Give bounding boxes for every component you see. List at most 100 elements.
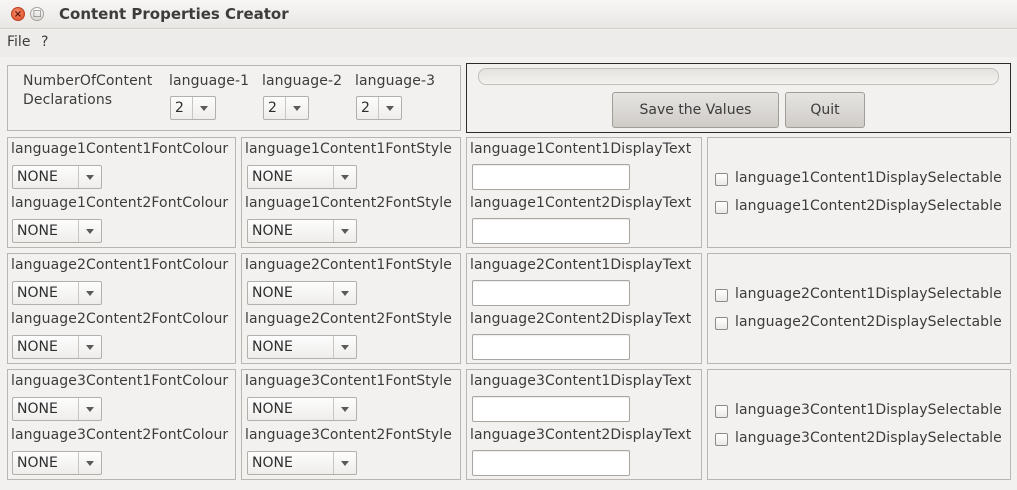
language1-content2-font-colour-label: language1Content2FontColour xyxy=(11,195,229,211)
number-of-content-label-line2: Declarations xyxy=(23,92,113,108)
language1-content1-display-text-label: language1Content1DisplayText xyxy=(470,141,692,157)
language1-content1-font-style-label: language1Content1FontStyle xyxy=(245,141,452,157)
select-value: NONE xyxy=(17,169,58,185)
chevron-down-icon xyxy=(293,106,301,111)
language-1-count-value: 2 xyxy=(175,100,184,116)
chevron-down-icon xyxy=(86,229,94,234)
chevron-down-icon xyxy=(341,407,349,412)
select-value: NONE xyxy=(17,455,58,471)
language2-font-colour-panel: language2Content1FontColour NONE language2… xyxy=(7,253,236,364)
language2-content2-selectable-checkbox[interactable] xyxy=(715,317,728,330)
language1-content2-font-style-label: language1Content2FontStyle xyxy=(245,195,452,211)
language1-font-colour-panel: language1Content1FontColour NONE language1… xyxy=(7,137,236,248)
language-3-count-value: 2 xyxy=(361,100,370,116)
language2-content1-font-colour-label: language2Content1FontColour xyxy=(11,257,229,273)
language3-font-colour-panel: language3Content1FontColour NONE language3… xyxy=(7,369,236,480)
language3-content1-font-colour-label: language3Content1FontColour xyxy=(11,373,229,389)
language1-selectable-panel: language1Content1DisplaySelectable langua… xyxy=(707,137,1011,248)
language1-content1-selectable-checkbox[interactable] xyxy=(715,173,728,186)
language-3-label: language-3 xyxy=(355,73,436,89)
chevron-down-icon xyxy=(86,407,94,412)
language1-display-text-panel: language1Content1DisplayText language1Con… xyxy=(466,137,702,248)
language2-content1-font-colour-select[interactable]: NONE xyxy=(12,281,102,305)
chevron-down-icon xyxy=(386,106,394,111)
language3-content1-font-colour-select[interactable]: NONE xyxy=(12,397,102,421)
chevron-down-icon xyxy=(341,229,349,234)
chevron-down-icon xyxy=(341,345,349,350)
language1-content2-selectable-checkbox[interactable] xyxy=(715,201,728,214)
language2-content1-selectable-checkbox[interactable] xyxy=(715,289,728,302)
language3-content1-display-text-label: language3Content1DisplayText xyxy=(470,373,692,389)
language2-content2-font-style-label: language2Content2FontStyle xyxy=(245,311,452,327)
select-value: NONE xyxy=(252,339,293,355)
select-value: NONE xyxy=(252,169,293,185)
language1-content1-font-colour-label: language1Content1FontColour xyxy=(11,141,229,157)
chevron-down-icon xyxy=(200,106,208,111)
language-2-count-value: 2 xyxy=(268,100,277,116)
language3-selectable-panel: language3Content1DisplaySelectable langua… xyxy=(707,369,1011,480)
language3-content1-display-text-input[interactable] xyxy=(472,396,630,422)
select-value: NONE xyxy=(17,401,58,417)
close-window-icon[interactable]: × xyxy=(11,7,25,21)
language3-content1-font-style-label: language3Content1FontStyle xyxy=(245,373,452,389)
language1-content1-display-text-input[interactable] xyxy=(472,164,630,190)
language2-content2-display-text-input[interactable] xyxy=(472,334,630,360)
language2-selectable-panel: language2Content1DisplaySelectable langua… xyxy=(707,253,1011,364)
number-of-content-label-line1: NumberOfContent xyxy=(23,73,153,89)
title-bar: × □ Content Properties Creator xyxy=(0,0,1017,29)
language3-content2-display-text-label: language3Content2DisplayText xyxy=(470,427,692,443)
language1-content2-font-style-select[interactable]: NONE xyxy=(247,219,357,243)
language1-content1-selectable-label[interactable]: language1Content1DisplaySelectable xyxy=(735,170,1002,186)
language2-content1-font-style-select[interactable]: NONE xyxy=(247,281,357,305)
language1-content2-font-colour-select[interactable]: NONE xyxy=(12,219,102,243)
language2-content2-font-style-select[interactable]: NONE xyxy=(247,335,357,359)
language1-content2-display-text-label: language1Content2DisplayText xyxy=(470,195,692,211)
language3-content2-font-style-label: language3Content2FontStyle xyxy=(245,427,452,443)
language-1-label: language-1 xyxy=(169,73,250,89)
select-value: NONE xyxy=(252,223,293,239)
select-value: NONE xyxy=(17,339,58,355)
language1-content2-display-text-input[interactable] xyxy=(472,218,630,244)
language1-content2-selectable-label[interactable]: language1Content2DisplaySelectable xyxy=(735,198,1002,214)
language3-content1-selectable-checkbox[interactable] xyxy=(715,405,728,418)
maximize-window-icon[interactable]: □ xyxy=(30,7,44,21)
select-value: NONE xyxy=(17,285,58,301)
language-1-count-select[interactable]: 2 xyxy=(170,96,216,120)
language-2-count-select[interactable]: 2 xyxy=(263,96,309,120)
save-values-button[interactable]: Save the Values xyxy=(612,92,779,128)
language2-content2-display-text-label: language2Content2DisplayText xyxy=(470,311,692,327)
language3-content2-selectable-label[interactable]: language3Content2DisplaySelectable xyxy=(735,430,1002,446)
language2-content2-font-colour-label: language2Content2FontColour xyxy=(11,311,229,327)
progress-bar xyxy=(478,68,999,85)
language2-content2-font-colour-select[interactable]: NONE xyxy=(12,335,102,359)
menu-bar: File ? xyxy=(0,30,1017,57)
menu-help[interactable]: ? xyxy=(41,34,48,50)
language3-content2-font-style-select[interactable]: NONE xyxy=(247,451,357,475)
language3-content2-font-colour-label: language3Content2FontColour xyxy=(11,427,229,443)
language-3-count-select[interactable]: 2 xyxy=(356,96,402,120)
chevron-down-icon xyxy=(341,461,349,466)
language1-content1-font-colour-select[interactable]: NONE xyxy=(12,165,102,189)
language2-content1-selectable-label[interactable]: language2Content1DisplaySelectable xyxy=(735,286,1002,302)
language2-content1-font-style-label: language2Content1FontStyle xyxy=(245,257,452,273)
language3-content2-selectable-checkbox[interactable] xyxy=(715,433,728,446)
language3-content2-font-colour-select[interactable]: NONE xyxy=(12,451,102,475)
language2-content1-display-text-label: language2Content1DisplayText xyxy=(470,257,692,273)
language2-content1-display-text-input[interactable] xyxy=(472,280,630,306)
window-title: Content Properties Creator xyxy=(59,5,289,23)
select-value: NONE xyxy=(17,223,58,239)
actions-panel: Save the Values Quit xyxy=(466,63,1011,133)
chevron-down-icon xyxy=(341,291,349,296)
language3-content1-font-style-select[interactable]: NONE xyxy=(247,397,357,421)
language3-display-text-panel: language3Content1DisplayText language3Con… xyxy=(466,369,702,480)
quit-button[interactable]: Quit xyxy=(785,92,865,128)
select-value: NONE xyxy=(252,285,293,301)
menu-file[interactable]: File xyxy=(7,34,30,50)
language2-font-style-panel: language2Content1FontStyle NONE language2C… xyxy=(241,253,461,364)
chevron-down-icon xyxy=(86,461,94,466)
language1-content1-font-style-select[interactable]: NONE xyxy=(247,165,357,189)
language3-content1-selectable-label[interactable]: language3Content1DisplaySelectable xyxy=(735,402,1002,418)
language3-content2-display-text-input[interactable] xyxy=(472,450,630,476)
language2-content2-selectable-label[interactable]: language2Content2DisplaySelectable xyxy=(735,314,1002,330)
chevron-down-icon xyxy=(86,291,94,296)
